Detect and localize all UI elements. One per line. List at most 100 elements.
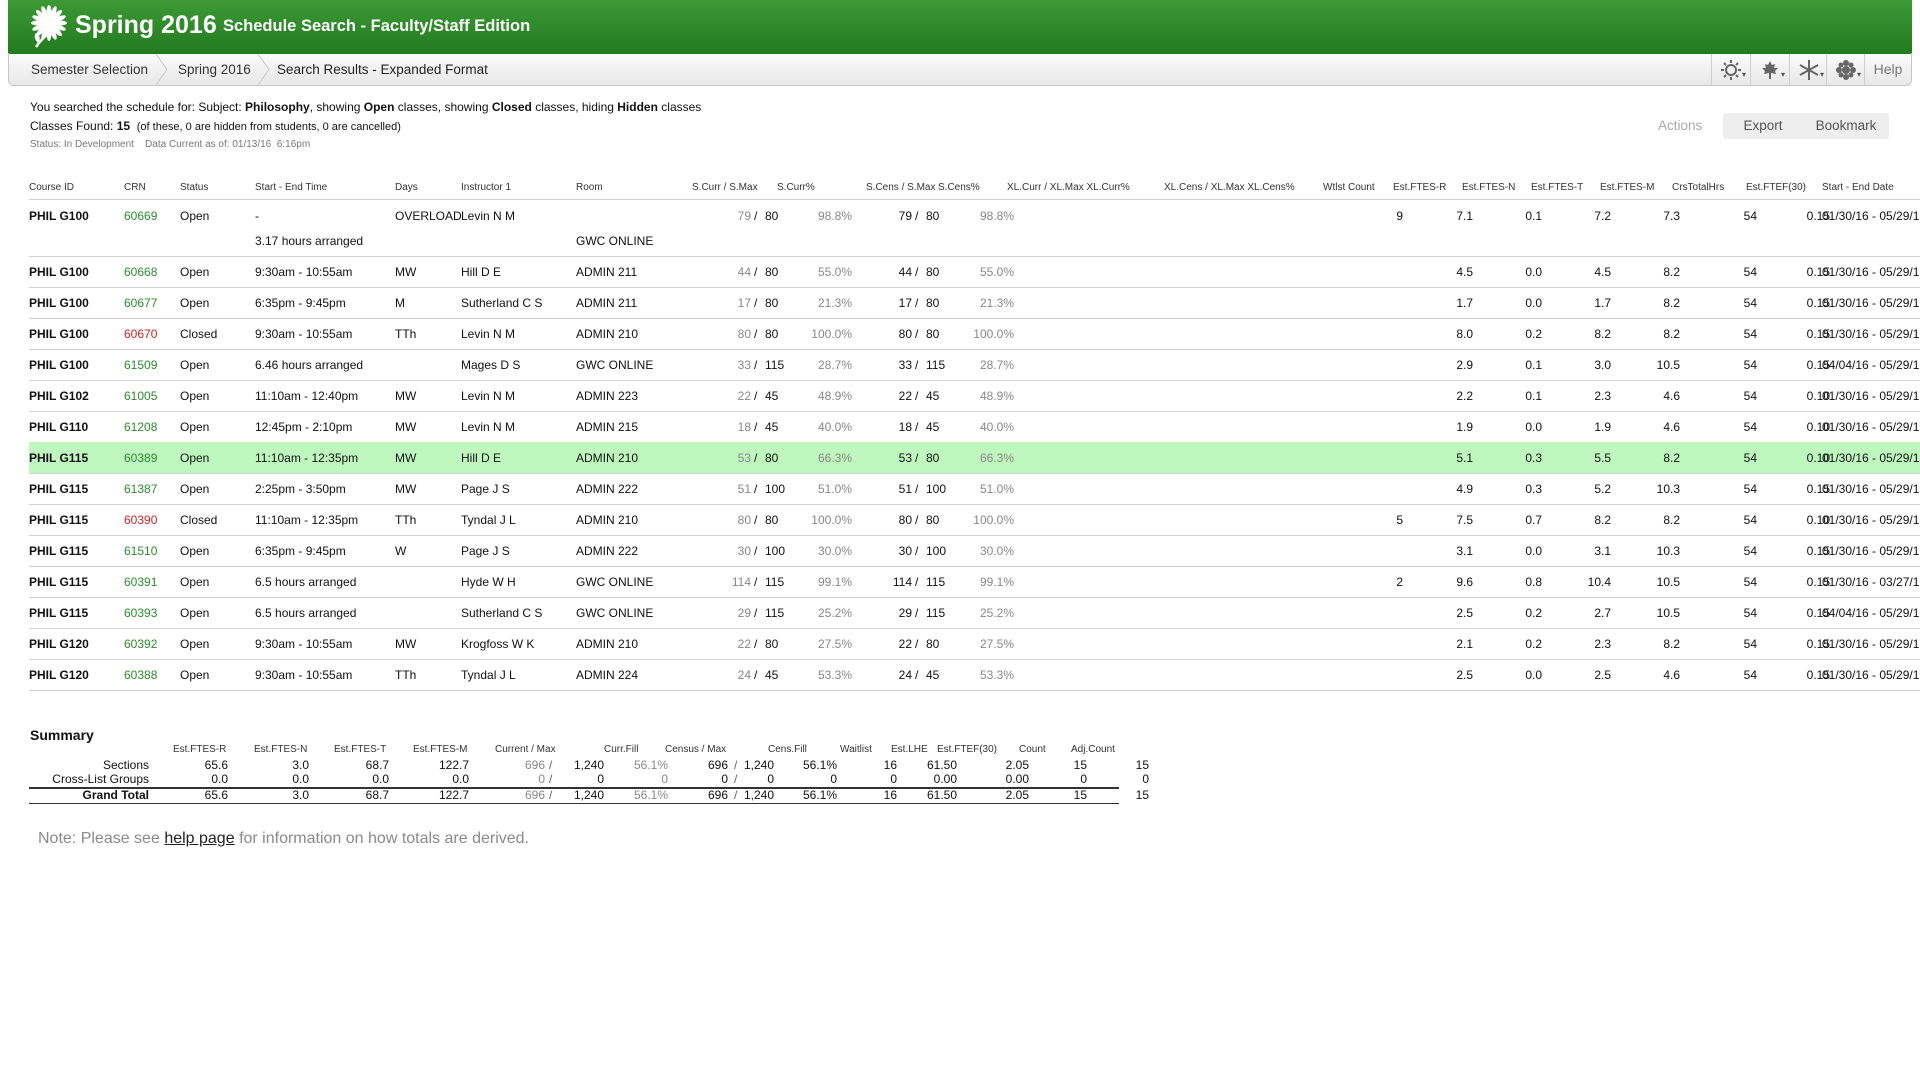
help-button[interactable]: Help bbox=[1864, 54, 1911, 85]
table-row[interactable]: PHIL G100 61509 Open 6.46 hours arranged Mag… bbox=[29, 349, 1920, 381]
slash-separator: / bbox=[754, 482, 758, 496]
col-days[interactable]: Days bbox=[395, 182, 418, 193]
status-line: Status: In Development Data Current as o… bbox=[30, 139, 311, 150]
table-row[interactable]: PHIL G110 61208 Open 12:45pm - 2:10pm MW Levi… bbox=[29, 411, 1920, 443]
table-row[interactable]: PHIL G115 60390 Closed 11:10am - 12:35pm TTh… bbox=[29, 504, 1920, 536]
export-button[interactable]: Export bbox=[1723, 113, 1803, 139]
ftes-r: 5.1 bbox=[1456, 451, 1473, 465]
bookmark-button[interactable]: Bookmark bbox=[1803, 113, 1889, 139]
crn-link[interactable]: 61208 bbox=[124, 420, 157, 434]
ftes-r: 2.9 bbox=[1456, 358, 1473, 372]
room: ADMIN 211 bbox=[576, 296, 638, 310]
crn-link[interactable]: 60677 bbox=[124, 296, 157, 310]
crn-link[interactable]: 61387 bbox=[124, 482, 157, 496]
col-course-id[interactable]: Course ID bbox=[29, 182, 74, 193]
crn-link[interactable]: 60393 bbox=[124, 606, 157, 620]
chevron-right-icon bbox=[155, 54, 168, 85]
crn-link[interactable]: 60670 bbox=[124, 327, 157, 341]
col-crn[interactable]: CRN bbox=[124, 182, 146, 193]
dates: 04/04/16 - 05/29/16 bbox=[1822, 606, 1920, 620]
table-row[interactable]: PHIL G100 60669 Open - OVERLOAD Levin N M 79 80… bbox=[29, 200, 1920, 257]
col-s-cens[interactable]: S.Cens / S.Max bbox=[866, 182, 935, 193]
table-row[interactable]: PHIL G115 60391 Open 6.5 hours arranged Hyde… bbox=[29, 566, 1920, 598]
dates: 01/30/16 - 05/29/16 bbox=[1822, 637, 1920, 651]
slash-separator: / bbox=[754, 606, 758, 620]
ftes-r: 8.0 bbox=[1456, 327, 1473, 341]
crn-link[interactable]: 60389 bbox=[124, 451, 157, 465]
col-instructor[interactable]: Instructor 1 bbox=[461, 182, 511, 193]
table-row[interactable]: PHIL G100 60677 Open 6:35pm - 9:45pm M Suther… bbox=[29, 287, 1920, 319]
ftef: 0.15 bbox=[1806, 209, 1830, 223]
col-xl-curr[interactable]: XL.Curr / XL.Max XL.Curr% bbox=[1007, 182, 1130, 193]
crn-link[interactable]: 61509 bbox=[124, 358, 157, 372]
col-ftes-r[interactable]: Est.FTES-R bbox=[1393, 182, 1446, 193]
col-s-curr[interactable]: S.Curr / S.Max bbox=[692, 182, 758, 193]
summary-n: 3.0 bbox=[292, 788, 309, 802]
sun-icon[interactable]: ▾ bbox=[1711, 54, 1750, 85]
time: - bbox=[255, 209, 259, 223]
s-curr-pct: 98.8% bbox=[817, 209, 852, 223]
table-row[interactable]: PHIL G115 60393 Open 6.5 hours arranged Suth… bbox=[29, 597, 1920, 629]
instructor: Levin N M bbox=[461, 327, 516, 341]
crn-link[interactable]: 60669 bbox=[124, 209, 157, 223]
table-row[interactable]: PHIL G120 60392 Open 9:30am - 10:55am MW Krog… bbox=[29, 628, 1920, 660]
col-ftes-m[interactable]: Est.FTES-M bbox=[1600, 182, 1654, 193]
crn-link[interactable]: 60668 bbox=[124, 265, 157, 279]
crs-total-hrs: 54 bbox=[1743, 637, 1757, 651]
course-id: PHIL G100 bbox=[29, 296, 89, 310]
dates: 01/30/16 - 05/29/16 bbox=[1822, 668, 1920, 682]
table-row[interactable]: PHIL G100 60670 Closed 9:30am - 10:55am TTh L… bbox=[29, 318, 1920, 350]
crn-link[interactable]: 60390 bbox=[124, 513, 157, 527]
col-ftef[interactable]: Est.FTEF(30) bbox=[1746, 182, 1806, 193]
maple-leaf-icon[interactable]: ▾ bbox=[1750, 54, 1789, 85]
breadcrumb-semester-selection[interactable]: Semester Selection bbox=[31, 54, 148, 85]
s-cens: 44 bbox=[898, 265, 912, 279]
col-time[interactable]: Start - End Time bbox=[255, 182, 327, 193]
arranged-hours: 3.17 hours arranged bbox=[255, 234, 364, 248]
table-row[interactable]: PHIL G115 60389 Open 11:10am - 12:35pm MW Hil… bbox=[29, 442, 1920, 474]
table-row[interactable]: PHIL G120 60388 Open 9:30am - 10:55am TTh Tyn… bbox=[29, 659, 1920, 691]
table-row[interactable]: PHIL G102 61005 Open 11:10am - 12:40pm MW Lev… bbox=[29, 380, 1920, 412]
room: ADMIN 211 bbox=[576, 265, 638, 279]
flower-icon[interactable]: ▾ bbox=[1826, 54, 1865, 85]
breadcrumb-spring-2016[interactable]: Spring 2016 bbox=[178, 54, 251, 85]
flower-logo-icon[interactable] bbox=[26, 3, 72, 49]
s-cens: 30 bbox=[898, 544, 912, 558]
col-wtlst[interactable]: Wtlst Count bbox=[1323, 182, 1375, 193]
col-s-curr-pct[interactable]: S.Curr% bbox=[777, 182, 815, 193]
slash-separator: / bbox=[915, 327, 919, 341]
crn-link[interactable]: 61510 bbox=[124, 544, 157, 558]
crn-link[interactable]: 61005 bbox=[124, 389, 157, 403]
summary-header: Est.FTES-R bbox=[173, 744, 227, 755]
col-dates[interactable]: Start - End Date bbox=[1822, 182, 1894, 193]
crn-link[interactable]: 60391 bbox=[124, 575, 157, 589]
table-row[interactable]: PHIL G115 61510 Open 6:35pm - 9:45pm W Page J… bbox=[29, 535, 1920, 567]
summary-ftef: 2.05 bbox=[1005, 758, 1029, 772]
s-curr-pct: 21.3% bbox=[817, 296, 852, 310]
slash-separator: / bbox=[754, 209, 758, 223]
s-curr: 17 bbox=[737, 296, 751, 310]
summary-divider bbox=[29, 787, 1119, 789]
col-ftes-t[interactable]: Est.FTES-T bbox=[1531, 182, 1583, 193]
days: TTh bbox=[395, 327, 417, 341]
col-status[interactable]: Status bbox=[180, 182, 208, 193]
table-row[interactable]: PHIL G100 60668 Open 9:30am - 10:55am MW Hill… bbox=[29, 256, 1920, 288]
table-row[interactable]: PHIL G115 61387 Open 2:25pm - 3:50pm MW Page … bbox=[29, 473, 1920, 505]
course-id: PHIL G120 bbox=[29, 668, 89, 682]
help-page-link[interactable]: help page bbox=[164, 830, 234, 847]
crn-link[interactable]: 60388 bbox=[124, 668, 157, 682]
col-ftes-n[interactable]: Est.FTES-N bbox=[1462, 182, 1515, 193]
s-curr: 53 bbox=[737, 451, 751, 465]
snowflake-icon[interactable]: ▾ bbox=[1789, 54, 1828, 85]
col-xl-cens[interactable]: XL.Cens / XL.Max XL.Cens% bbox=[1164, 182, 1295, 193]
ftef: 0.15 bbox=[1806, 265, 1830, 279]
time: 6:35pm - 9:45pm bbox=[255, 296, 346, 310]
slash-separator: / bbox=[734, 758, 738, 772]
course-id: PHIL G100 bbox=[29, 358, 89, 372]
col-crs-total-hrs[interactable]: CrsTotalHrs bbox=[1672, 182, 1724, 193]
col-room[interactable]: Room bbox=[576, 182, 603, 193]
ftes-m: 10.5 bbox=[1656, 575, 1680, 589]
s-curr-pct: 100.0% bbox=[811, 327, 852, 341]
crn-link[interactable]: 60392 bbox=[124, 637, 157, 651]
col-s-cens-pct[interactable]: S.Cens% bbox=[938, 182, 980, 193]
